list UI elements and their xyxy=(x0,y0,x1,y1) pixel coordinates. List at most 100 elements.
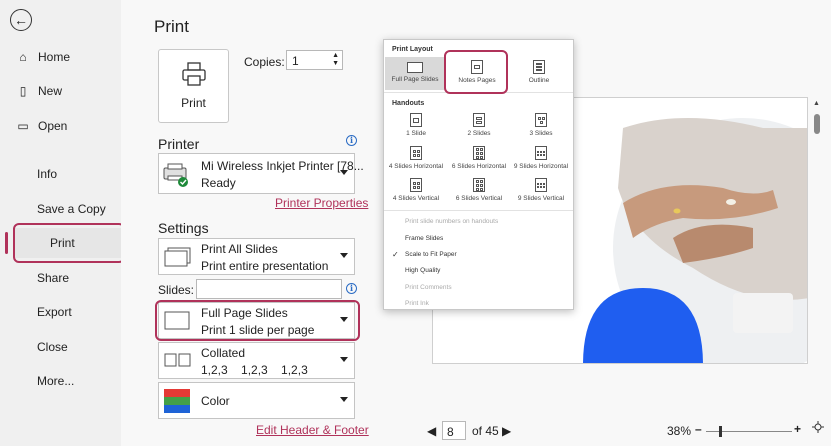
settings-heading: Settings xyxy=(158,220,209,236)
handout-9-slides-vertical-icon xyxy=(535,178,547,192)
full-page-slide-icon xyxy=(407,62,423,73)
slides-label: Slides: xyxy=(158,283,195,297)
new-document-icon: ▯ xyxy=(19,84,27,98)
sidebar-item-label: Info xyxy=(37,167,58,181)
handout-9-slides-horizontal-icon xyxy=(535,146,547,160)
print-layout-heading: Print Layout xyxy=(392,46,433,53)
handout-4-slides-horizontal-icon xyxy=(410,146,422,160)
sidebar-item-home[interactable]: ⌂ Home xyxy=(0,42,121,72)
menu-item-label: 6 Slides Horizontal xyxy=(451,163,507,170)
menu-item-9-slides-vertical[interactable]: 9 Slides Vertical xyxy=(510,178,572,202)
zoom-in-icon[interactable]: + xyxy=(794,422,801,436)
prev-page-icon[interactable]: ◀ xyxy=(427,424,436,438)
sidebar-item-close[interactable]: Close xyxy=(0,332,121,362)
collation-subtitle: 1,2,3 1,2,3 1,2,3 xyxy=(201,363,308,377)
sidebar-item-share[interactable]: Share xyxy=(0,263,121,293)
printer-status: Ready xyxy=(201,176,236,190)
edit-header-footer-link[interactable]: Edit Header & Footer xyxy=(256,423,369,437)
menu-item-outline[interactable]: Outline xyxy=(510,57,568,90)
layout-highlight-box xyxy=(155,300,360,341)
printer-device-icon xyxy=(163,163,188,187)
zoom-out-icon[interactable]: – xyxy=(695,422,702,436)
back-arrow-icon[interactable]: ← xyxy=(10,9,32,31)
scrollbar-thumb[interactable] xyxy=(814,114,820,134)
folder-open-icon: ▭ xyxy=(17,119,29,133)
copies-label: Copies: xyxy=(244,55,285,69)
menu-item-4-slides-horizontal[interactable]: 4 Slides Horizontal xyxy=(385,146,447,170)
copies-stepper[interactable]: 1 ▲ ▼ xyxy=(286,50,343,70)
print-highlight-box xyxy=(13,223,125,263)
outline-icon xyxy=(533,60,545,74)
menu-item-3-slides[interactable]: 3 Slides xyxy=(510,113,572,137)
sidebar-item-new[interactable]: ▯ New xyxy=(0,76,121,106)
collation-dropdown[interactable]: Collated 1,2,3 1,2,3 1,2,3 xyxy=(158,342,355,379)
menu-item-label: 1 Slide xyxy=(406,130,426,137)
handout-1-slide-icon xyxy=(410,113,422,127)
handout-2-slides-icon xyxy=(473,113,485,127)
printer-dropdown[interactable]: Mi Wireless Inkjet Printer [78... Ready xyxy=(158,153,364,194)
menu-item-6-slides-horizontal[interactable]: 6 Slides Horizontal xyxy=(448,146,510,170)
print-button[interactable]: Print xyxy=(158,49,229,123)
active-indicator xyxy=(5,232,8,254)
menu-item-6-slides-vertical[interactable]: 6 Slides Vertical xyxy=(448,178,510,202)
sidebar-item-export[interactable]: Export xyxy=(0,297,121,327)
menu-item-full-page-slides[interactable]: Full Page Slides xyxy=(385,57,445,90)
menu-item-label: 4 Slides Horizontal xyxy=(388,163,444,170)
menu-item-label: 2 Slides xyxy=(467,130,491,137)
chevron-down-icon xyxy=(340,169,348,175)
chevron-down-icon xyxy=(340,356,348,362)
printer-icon xyxy=(181,62,206,86)
menu-item-label: 6 Slides Vertical xyxy=(455,195,503,202)
page-number-input[interactable]: 8 xyxy=(442,421,466,440)
backstage-sidebar: ← ⌂ Home ▯ New ▭ Open Info Save a Copy P… xyxy=(0,0,125,446)
notes-pages-highlight-box xyxy=(444,50,508,94)
info-icon[interactable]: i xyxy=(346,135,357,146)
sidebar-item-label: Open xyxy=(38,119,68,133)
info-icon[interactable]: i xyxy=(346,283,357,294)
sidebar-item-label: Home xyxy=(38,50,71,64)
menu-divider xyxy=(384,210,573,211)
sidebar-item-label: Close xyxy=(37,340,68,354)
option-scale-to-fit-paper[interactable]: Scale to Fit Paper xyxy=(405,251,457,258)
printer-properties-link[interactable]: Printer Properties xyxy=(275,196,368,210)
option-frame-slides[interactable]: Frame Slides xyxy=(405,235,443,242)
next-page-icon[interactable]: ▶ xyxy=(502,424,511,438)
sidebar-item-save-a-copy[interactable]: Save a Copy xyxy=(0,194,121,224)
menu-item-label: Full Page Slides xyxy=(391,76,439,83)
handout-4-slides-vertical-icon xyxy=(410,178,422,192)
option-print-ink: Print Ink xyxy=(405,300,429,307)
home-icon: ⌂ xyxy=(19,50,27,64)
slide-range-title: Print All Slides xyxy=(201,242,278,256)
copies-value: 1 xyxy=(292,54,299,68)
sidebar-item-label: New xyxy=(38,84,63,98)
slides-input[interactable] xyxy=(196,279,342,299)
page-total: of 45 xyxy=(472,424,499,438)
handouts-heading: Handouts xyxy=(392,100,425,107)
color-dropdown[interactable]: Color xyxy=(158,382,355,419)
zoom-slider-thumb[interactable] xyxy=(719,426,722,437)
printer-heading: Printer xyxy=(158,136,200,152)
menu-item-9-slides-horizontal[interactable]: 9 Slides Horizontal xyxy=(510,146,572,170)
slides-stack-icon xyxy=(164,247,191,267)
option-print-comments: Print Comments xyxy=(405,284,452,291)
slide-range-dropdown[interactable]: Print All Slides Print entire presentati… xyxy=(158,238,355,275)
sidebar-item-more[interactable]: More... xyxy=(0,366,121,396)
sidebar-item-label: Share xyxy=(37,271,70,285)
chevron-down-icon xyxy=(340,396,348,402)
scroll-up-arrow-icon[interactable]: ▲ xyxy=(813,100,820,107)
color-title: Color xyxy=(201,394,230,408)
sidebar-item-info[interactable]: Info xyxy=(0,159,121,189)
sidebar-item-open[interactable]: ▭ Open xyxy=(0,111,121,141)
sidebar-item-label: More... xyxy=(37,374,75,388)
menu-item-2-slides[interactable]: 2 Slides xyxy=(448,113,510,137)
handout-6-slides-horizontal-icon xyxy=(473,146,485,160)
sidebar-item-label: Save a Copy xyxy=(37,202,106,216)
menu-item-label: 9 Slides Vertical xyxy=(517,195,565,202)
menu-item-label: 9 Slides Horizontal xyxy=(513,163,569,170)
fit-to-window-icon[interactable] xyxy=(812,421,824,436)
spin-arrows-icon[interactable]: ▲ ▼ xyxy=(332,52,339,68)
option-high-quality[interactable]: High Quality xyxy=(405,267,440,274)
preview-scrollbar[interactable]: ▲ xyxy=(813,100,822,415)
menu-item-1-slide[interactable]: 1 Slide xyxy=(385,113,447,137)
menu-item-4-slides-vertical[interactable]: 4 Slides Vertical xyxy=(385,178,447,202)
